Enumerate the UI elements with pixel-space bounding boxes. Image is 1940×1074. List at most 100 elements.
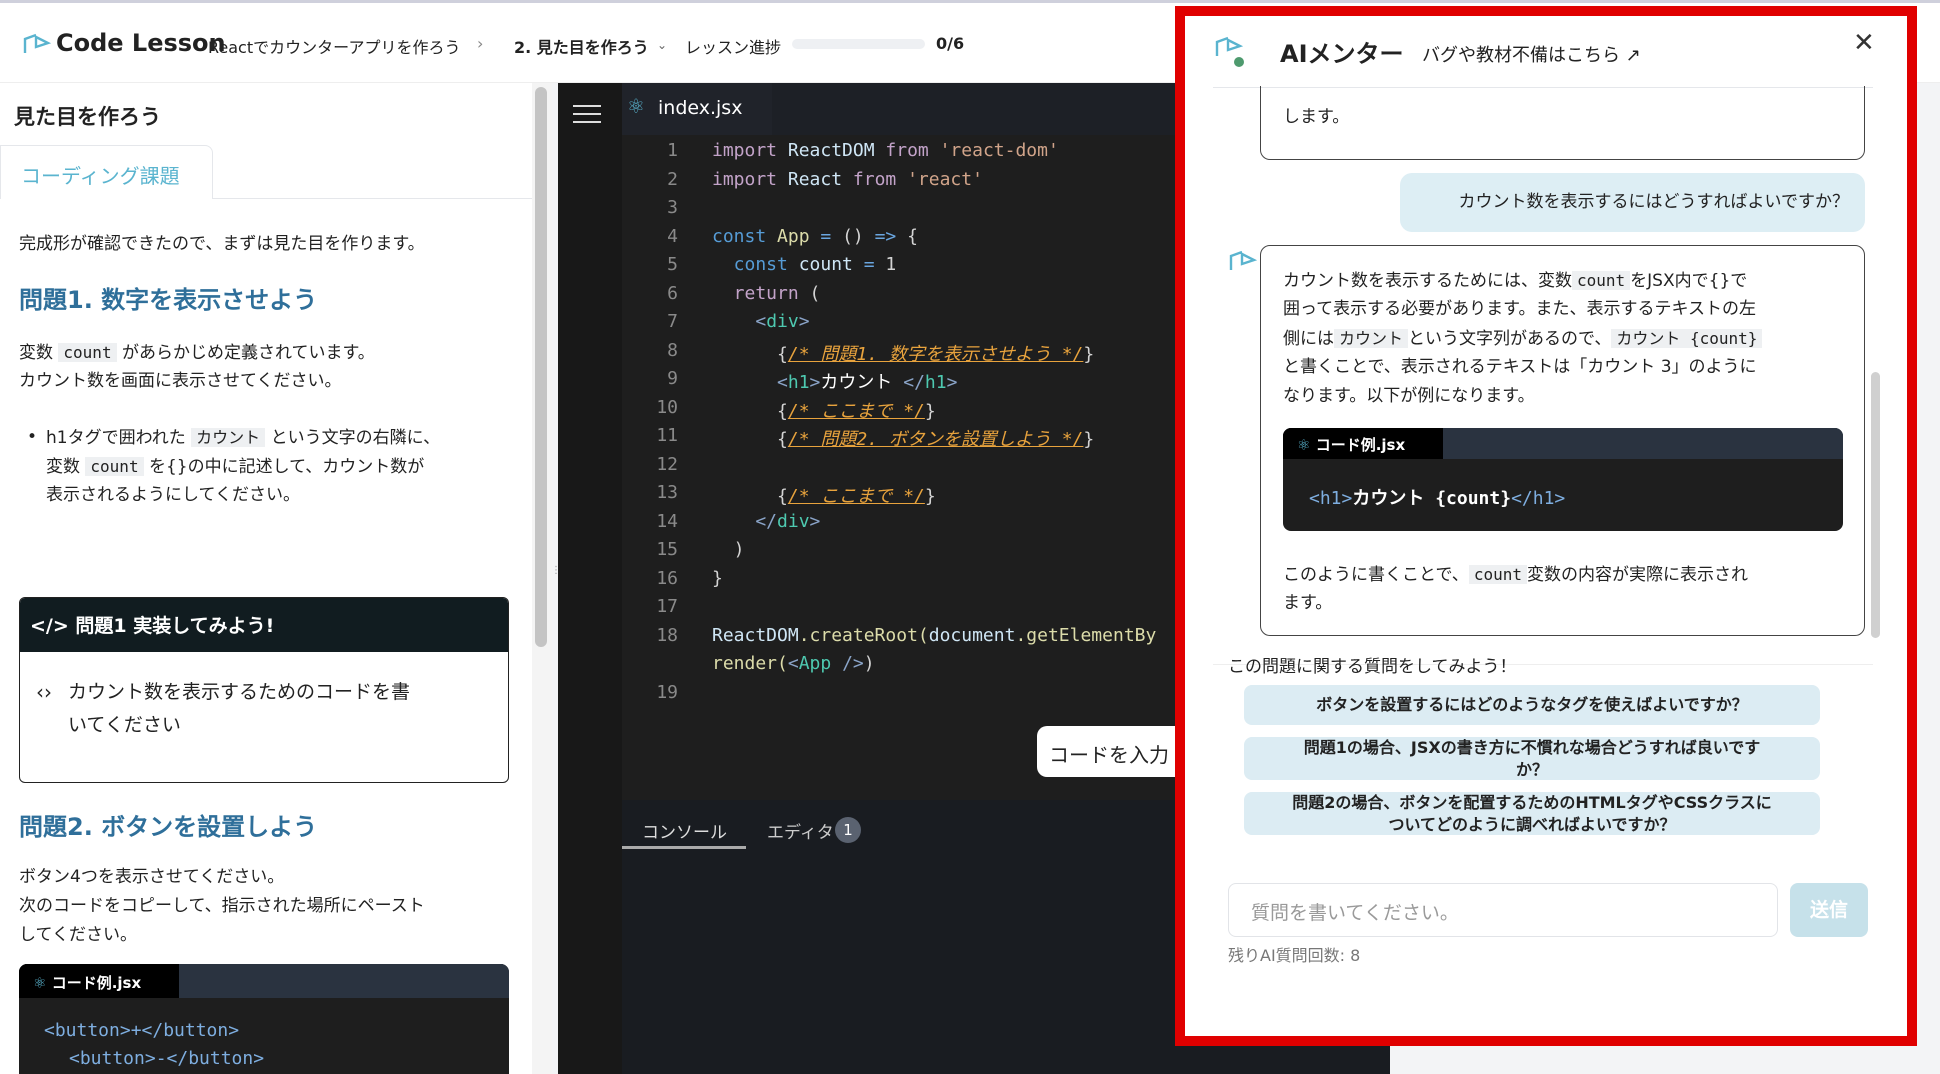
code-line[interactable]: import ReactDOM from 'react-dom' [712, 140, 1059, 161]
task-line: カウント数を表示するためのコードを書 [68, 676, 410, 709]
code-token: > [810, 372, 821, 393]
code-line[interactable]: return ( [712, 283, 820, 304]
code-token: <h1> [1309, 488, 1352, 509]
app-name[interactable]: Code Lesson [56, 29, 226, 57]
code-line[interactable]: <div> [712, 311, 810, 332]
code-line[interactable]: ) [712, 539, 745, 560]
suggestion-line: ついてどのように調べればよいですか？ [1388, 814, 1675, 836]
suggested-question[interactable]: 問題1の場合、JSXの書き方に不慣れな場合どうすれば良いですか？ [1244, 737, 1820, 780]
code-token: import [712, 140, 788, 161]
input-code-label: コードを入力 [1049, 739, 1169, 768]
text: 変数 [19, 343, 53, 363]
code-line[interactable]: render(<App />) [712, 653, 875, 674]
code-tab: ⚛ コード例.jsx [19, 964, 179, 998]
code-token: .createRoot( [799, 625, 929, 646]
line-number: 10 [622, 397, 678, 418]
tab-editor[interactable]: エディタ1 [767, 812, 877, 849]
lesson-scrollbar[interactable] [535, 87, 547, 647]
code-line[interactable]: <h1>カウント </h1> [712, 368, 957, 394]
code-token: </h1> [1511, 488, 1565, 509]
code-token: div [777, 511, 810, 532]
inline-code: count [85, 457, 143, 476]
line-number: 19 [622, 682, 678, 703]
code-token: { [712, 344, 788, 365]
code-tab: ⚛ コード例.jsx [1283, 428, 1443, 459]
chat-scrollbar[interactable] [1871, 372, 1880, 638]
code-line[interactable]: const App = () => { [712, 226, 918, 247]
tab-console[interactable]: コンソール [622, 812, 746, 849]
code-token: ) [712, 539, 745, 560]
file-tab[interactable]: ⚛ index.jsx [622, 83, 772, 135]
react-icon: ⚛ [1297, 436, 1310, 454]
message-line: このように書くことで、count変数の内容が実際に表示され [1283, 560, 1748, 590]
text: があらかじめ定義されています。 [122, 343, 375, 363]
inline-code: カウント {count} [1611, 329, 1762, 348]
code-line: <button>-</button> [69, 1048, 264, 1069]
code-line[interactable]: {/* ここまで */} [712, 482, 936, 508]
code-tab-label: コード例.jsx [52, 974, 141, 992]
problem2-heading: 問題2. ボタンを設置しよう [19, 813, 317, 842]
hamburger-menu-icon[interactable] [573, 105, 601, 123]
message-line: 側にはカウントという文字列があるので、カウント {count} [1283, 324, 1762, 354]
chevron-down-icon[interactable]: ⌄ [657, 38, 667, 52]
line-number: 13 [622, 482, 678, 503]
code-token: document [929, 625, 1016, 646]
ai-message: カウント数を表示するためには、変数countをJSX内で{}で 囲って表示する必… [1260, 245, 1865, 636]
code-token: </ [712, 511, 777, 532]
problem2-line3: してください。 [19, 921, 137, 950]
text: 変数の内容が実際に表示され [1527, 565, 1748, 585]
send-button[interactable]: 送信 [1790, 883, 1868, 937]
code-line[interactable]: {/* 問題2. ボタンを設置しよう */} [712, 425, 1094, 451]
code-token: } [1083, 344, 1094, 365]
input-code-button[interactable]: コードを入力 [1037, 726, 1197, 777]
code-line[interactable]: ReactDOM.createRoot(document.getElementB… [712, 625, 1156, 646]
logo-icon [22, 33, 52, 57]
breadcrumb-separator: › [477, 34, 483, 53]
bullet-icon: • [27, 423, 37, 452]
code-token: .getElementBy [1015, 625, 1156, 646]
close-icon[interactable]: ✕ [1853, 28, 1875, 58]
code-token: } [925, 486, 936, 507]
text: 変数 [46, 457, 80, 477]
code-line[interactable]: import React from 'react' [712, 169, 983, 190]
lesson-selector[interactable]: 2. 見た目を作ろう [514, 34, 649, 58]
suggestion-line: 問題1の場合、JSXの書き方に不慣れな場合どうすれば良いです [1304, 737, 1760, 759]
lesson-panel: 見た目を作ろう コーディング課題 完成形が確認できたので、まずは見た目を作ります… [0, 83, 532, 1074]
code-token: App [777, 226, 820, 247]
code-token: () [842, 226, 875, 247]
code-line[interactable]: } [712, 568, 723, 589]
mentor-logo-icon [1214, 34, 1248, 68]
code-line[interactable]: {/* 問題1. 数字を表示させよう */} [712, 340, 1094, 366]
code-token: { [712, 486, 788, 507]
code-token: { [712, 429, 788, 450]
suggested-question[interactable]: 問題2の場合、ボタンを配置するためのHTMLタグやCSSクラスについてどのように… [1244, 792, 1820, 835]
code-token: => [875, 226, 908, 247]
react-icon: ⚛ [627, 94, 645, 118]
message-line: なります。以下が例になります。 [1283, 382, 1535, 411]
suggestion-line: か？ [1516, 759, 1548, 781]
code-token: import [712, 169, 788, 190]
ai-message: します。 [1260, 86, 1865, 160]
code-line[interactable]: </div> [712, 511, 820, 532]
course-breadcrumb[interactable]: Reactでカウンターアプリを作ろう [208, 34, 460, 58]
code-token: 'react' [907, 169, 983, 190]
code-line[interactable]: {/* ここまで */} [712, 397, 936, 423]
inline-code: count [1572, 271, 1630, 290]
tab-label: エディタ [767, 818, 834, 843]
code-token: > [810, 511, 821, 532]
suggested-question[interactable]: ボタンを設置するにはどのようなタグを使えばよいですか？ [1244, 685, 1820, 725]
intro-text: 完成形が確認できたので、まずは見た目を作ります。 [19, 230, 425, 259]
code-token: > [947, 372, 958, 393]
text: カウント数を表示するためには、変数 [1283, 271, 1572, 291]
line-number: 2 [622, 169, 678, 190]
tab-coding-task[interactable]: コーディング課題 [0, 145, 213, 199]
report-link[interactable]: バグや教材不備はこちら ↗ [1422, 41, 1641, 67]
question-input[interactable]: 質問を書いてください。 [1228, 883, 1778, 937]
code-token: = [820, 226, 842, 247]
code-tab-label: コード例.jsx [1316, 436, 1405, 454]
task-header: </> 問題1 実装してみよう! [20, 598, 508, 652]
problem2-line1: ボタン4つを表示させてください。 [19, 863, 284, 892]
code-token: App [799, 653, 842, 674]
problem1-line1: 変数 count があらかじめ定義されています。 [19, 338, 375, 368]
code-line[interactable]: const count = 1 [712, 254, 896, 275]
